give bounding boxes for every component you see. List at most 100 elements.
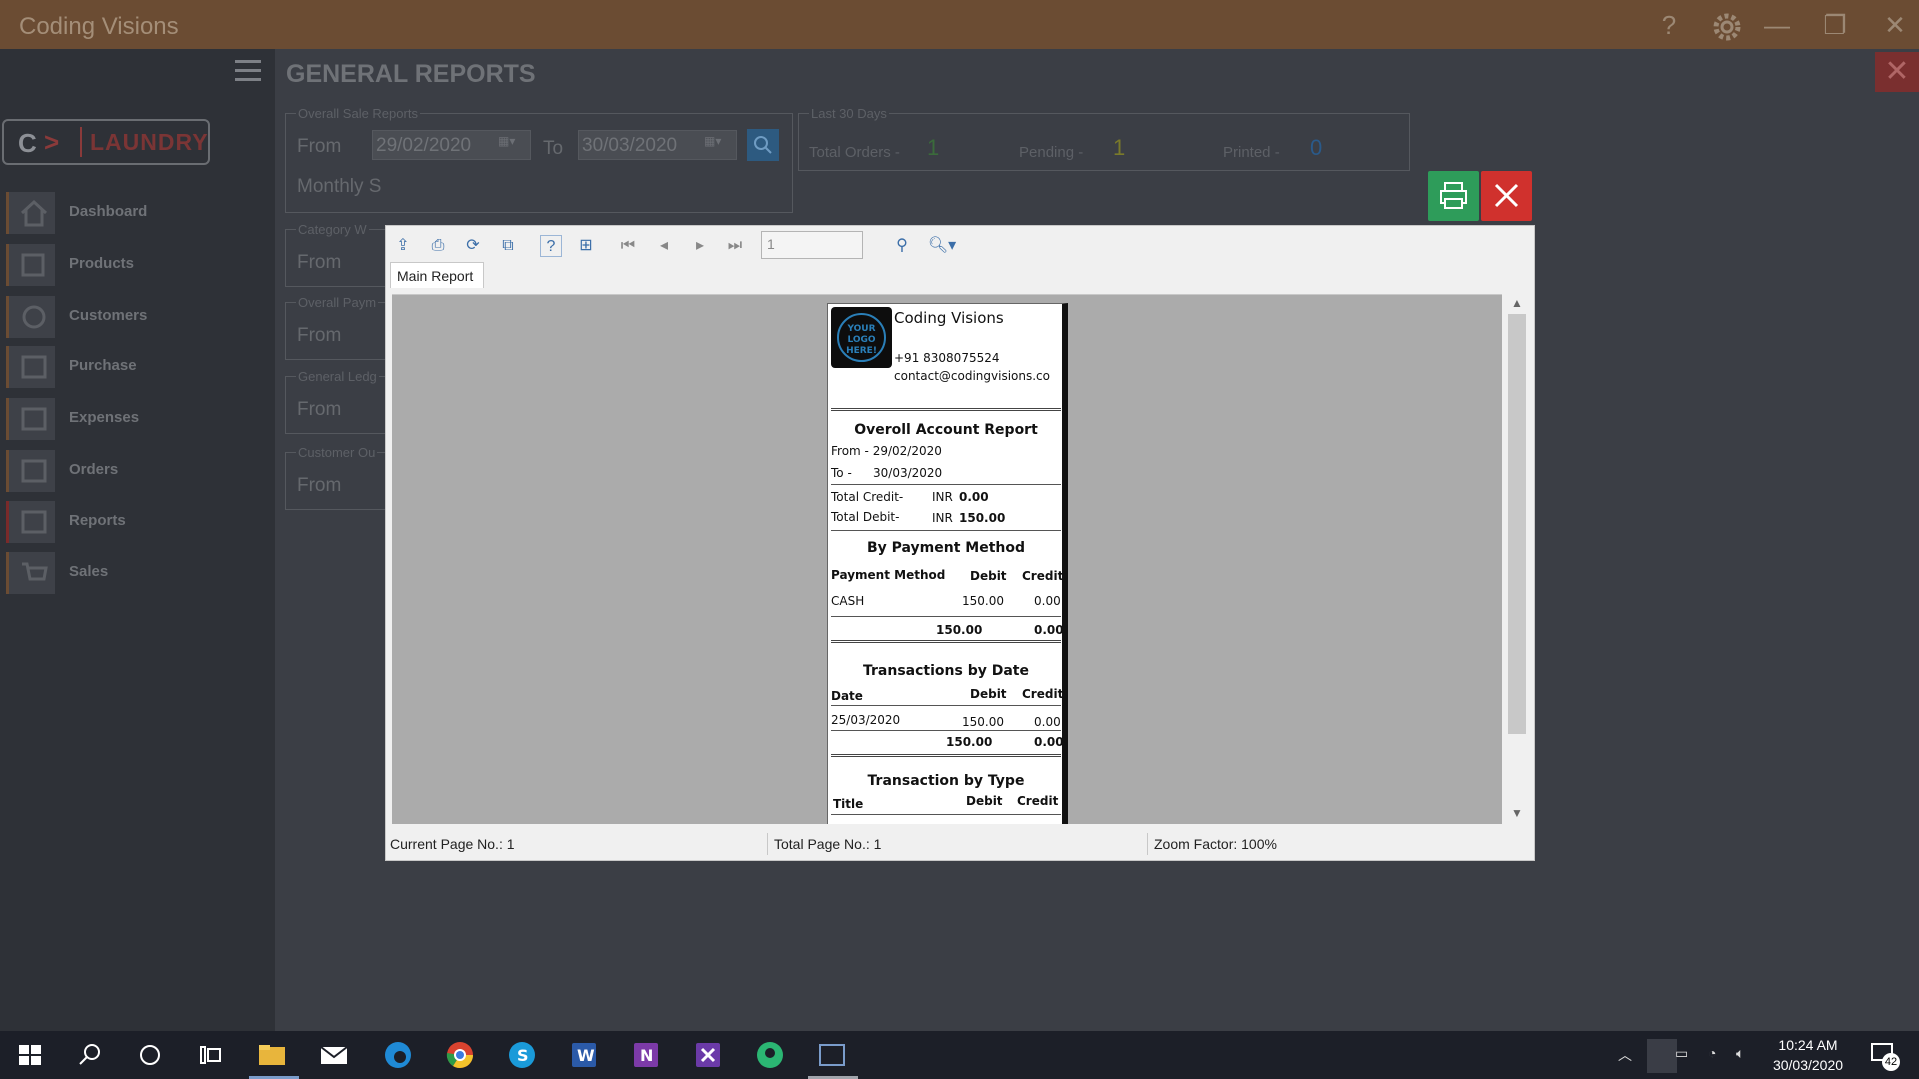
skype-icon[interactable]: S bbox=[506, 1039, 538, 1071]
sidebar-item-label: Dashboard bbox=[69, 203, 148, 220]
system-clock[interactable]: 10:24 AM 30/03/2020 bbox=[1772, 1035, 1844, 1075]
copy-icon[interactable]: ⧉ bbox=[497, 235, 519, 257]
customers-icon bbox=[6, 296, 55, 338]
search-icon[interactable] bbox=[74, 1039, 106, 1071]
sidebar-item-orders[interactable]: Orders bbox=[2, 447, 272, 493]
sidebar-item-dashboard[interactable]: Dashboard bbox=[2, 189, 272, 235]
word-icon[interactable]: W bbox=[568, 1039, 600, 1071]
first-page-icon[interactable]: ⏮ bbox=[617, 235, 639, 257]
tray-expand-icon[interactable]: ︿ bbox=[1618, 1045, 1632, 1065]
reports-icon bbox=[6, 501, 55, 543]
group-legend: Overall Paym bbox=[296, 295, 379, 310]
tab-main-report[interactable]: Main Report bbox=[390, 262, 484, 288]
transaction-debit: 150.00 bbox=[962, 715, 1004, 729]
find-binoculars-icon[interactable]: ⚲ bbox=[891, 235, 913, 257]
total-orders-label: Total Orders - bbox=[809, 144, 900, 161]
windows-start-icon[interactable] bbox=[14, 1039, 46, 1071]
settings-gear-icon[interactable] bbox=[1710, 10, 1741, 41]
sidebar: C > LAUNDRY Dashboard Products Customers… bbox=[0, 49, 275, 1031]
divider bbox=[831, 616, 1061, 617]
file-explorer-icon[interactable] bbox=[256, 1039, 288, 1071]
vertical-scrollbar[interactable]: ▲ ▼ bbox=[1504, 294, 1530, 824]
maps-icon[interactable] bbox=[754, 1039, 786, 1071]
credit-currency: INR bbox=[932, 490, 953, 504]
wifi-icon[interactable]: ◔ bbox=[1708, 1045, 1716, 1061]
battery-icon[interactable]: ▭ bbox=[1675, 1045, 1688, 1062]
app-title: Coding Visions bbox=[19, 13, 179, 40]
sidebar-item-products[interactable]: Products bbox=[2, 241, 272, 287]
zoom-dropdown-icon[interactable]: 🔍︎▾ bbox=[924, 235, 960, 257]
method-total-credit: 0.00 bbox=[1034, 623, 1064, 637]
status-separator bbox=[767, 833, 768, 855]
to-date-picker[interactable]: 30/03/2020 ▦▾ bbox=[578, 130, 737, 160]
sidebar-item-label: Orders bbox=[69, 461, 119, 478]
divider bbox=[831, 730, 1061, 731]
page-number-input[interactable]: 1 bbox=[761, 231, 863, 259]
logo-text: LAUNDRY bbox=[90, 129, 209, 155]
sidebar-item-customers[interactable]: Customers bbox=[2, 293, 272, 339]
chrome-icon[interactable] bbox=[444, 1039, 476, 1071]
next-page-icon[interactable]: ▸ bbox=[689, 235, 711, 257]
group-tree-icon[interactable]: ⊞ bbox=[575, 235, 597, 257]
print-button[interactable] bbox=[1428, 171, 1479, 221]
sidebar-item-label: Reports bbox=[69, 512, 126, 529]
zoom-factor-status: Zoom Factor: 100% bbox=[1154, 836, 1277, 852]
divider bbox=[831, 484, 1061, 485]
pen-icon[interactable] bbox=[1647, 1039, 1677, 1073]
total-credit-value: 0.00 bbox=[959, 490, 989, 504]
viewer-toolbar: ⇪ ⎙ ⟳ ⧉ ? ⊞ ⏮ ◂ ▸ ⏭ 1 ⚲ 🔍︎▾ bbox=[386, 226, 1534, 266]
mail-icon[interactable] bbox=[318, 1039, 350, 1071]
method-total-debit: 150.00 bbox=[936, 623, 983, 637]
col-title: Title bbox=[833, 797, 864, 811]
previous-page-icon[interactable]: ◂ bbox=[653, 235, 675, 257]
minimize-icon[interactable]: — bbox=[1762, 10, 1792, 40]
notifications-icon[interactable]: 42 bbox=[1868, 1039, 1900, 1071]
company-logo: YOUR LOGO HERE! bbox=[831, 307, 892, 368]
from-label: From bbox=[297, 136, 342, 157]
company-email: contact@codingvisions.co bbox=[894, 369, 1050, 383]
sidebar-item-purchase[interactable]: Purchase bbox=[2, 343, 272, 389]
divider bbox=[831, 814, 1061, 815]
debit-currency: INR bbox=[932, 511, 953, 525]
volume-icon[interactable]: 🔈︎ bbox=[1736, 1045, 1744, 1062]
edge-icon[interactable] bbox=[382, 1039, 414, 1071]
sidebar-item-expenses[interactable]: Expenses bbox=[2, 395, 272, 441]
scroll-up-icon[interactable]: ▲ bbox=[1508, 296, 1526, 312]
visual-studio-icon[interactable] bbox=[692, 1039, 724, 1071]
last-30-days-group: Last 30 Days Total Orders - 1 Pending - … bbox=[798, 106, 1410, 171]
cortana-icon[interactable] bbox=[134, 1039, 166, 1071]
last-page-icon[interactable]: ⏭ bbox=[724, 235, 746, 257]
task-view-icon[interactable] bbox=[194, 1039, 226, 1071]
export-icon[interactable]: ⇪ bbox=[392, 235, 414, 257]
calendar-dropdown-icon[interactable]: ▦▾ bbox=[498, 134, 528, 156]
viewer-status-bar: Current Page No.: 1 Total Page No.: 1 Zo… bbox=[386, 831, 1534, 859]
laundry-app-icon[interactable] bbox=[816, 1039, 848, 1071]
group-legend: Overall Sale Reports bbox=[296, 106, 420, 121]
report-viewer: ⇪ ⎙ ⟳ ⧉ ? ⊞ ⏮ ◂ ▸ ⏭ 1 ⚲ 🔍︎▾ Main Report … bbox=[385, 225, 1535, 861]
hamburger-menu-icon[interactable] bbox=[235, 60, 261, 84]
onenote-icon[interactable]: N bbox=[630, 1039, 662, 1071]
transactions-by-date-title: Transactions by Date bbox=[863, 663, 1029, 679]
group-legend: General Ledg bbox=[296, 369, 379, 384]
sidebar-item-label: Expenses bbox=[69, 409, 140, 426]
window-close-icon[interactable]: ✕ bbox=[1880, 10, 1910, 40]
close-dialog-button[interactable] bbox=[1481, 171, 1532, 221]
search-button[interactable] bbox=[747, 129, 779, 161]
from-date-picker[interactable]: 29/02/2020 ▦▾ bbox=[372, 130, 531, 160]
sidebar-item-sales[interactable]: Sales bbox=[2, 549, 272, 595]
monthly-label: Monthly S bbox=[297, 176, 382, 197]
sidebar-item-label: Sales bbox=[69, 563, 109, 580]
refresh-icon[interactable]: ⟳ bbox=[462, 235, 484, 257]
sidebar-item-reports[interactable]: Reports bbox=[2, 498, 272, 544]
maximize-icon[interactable]: ❐ bbox=[1820, 10, 1850, 40]
help-icon[interactable]: ? bbox=[540, 235, 562, 257]
calendar-dropdown-icon[interactable]: ▦▾ bbox=[704, 134, 734, 156]
col-debit: Debit bbox=[970, 687, 1007, 701]
col-date: Date bbox=[831, 689, 863, 703]
scroll-thumb[interactable] bbox=[1508, 314, 1526, 734]
close-reports-icon[interactable]: ✕ bbox=[1875, 52, 1919, 92]
print-icon[interactable]: ⎙ bbox=[427, 235, 449, 257]
help-icon[interactable]: ? bbox=[1654, 10, 1684, 40]
scroll-down-icon[interactable]: ▼ bbox=[1508, 806, 1526, 822]
current-page-status: Current Page No.: 1 bbox=[390, 836, 515, 852]
